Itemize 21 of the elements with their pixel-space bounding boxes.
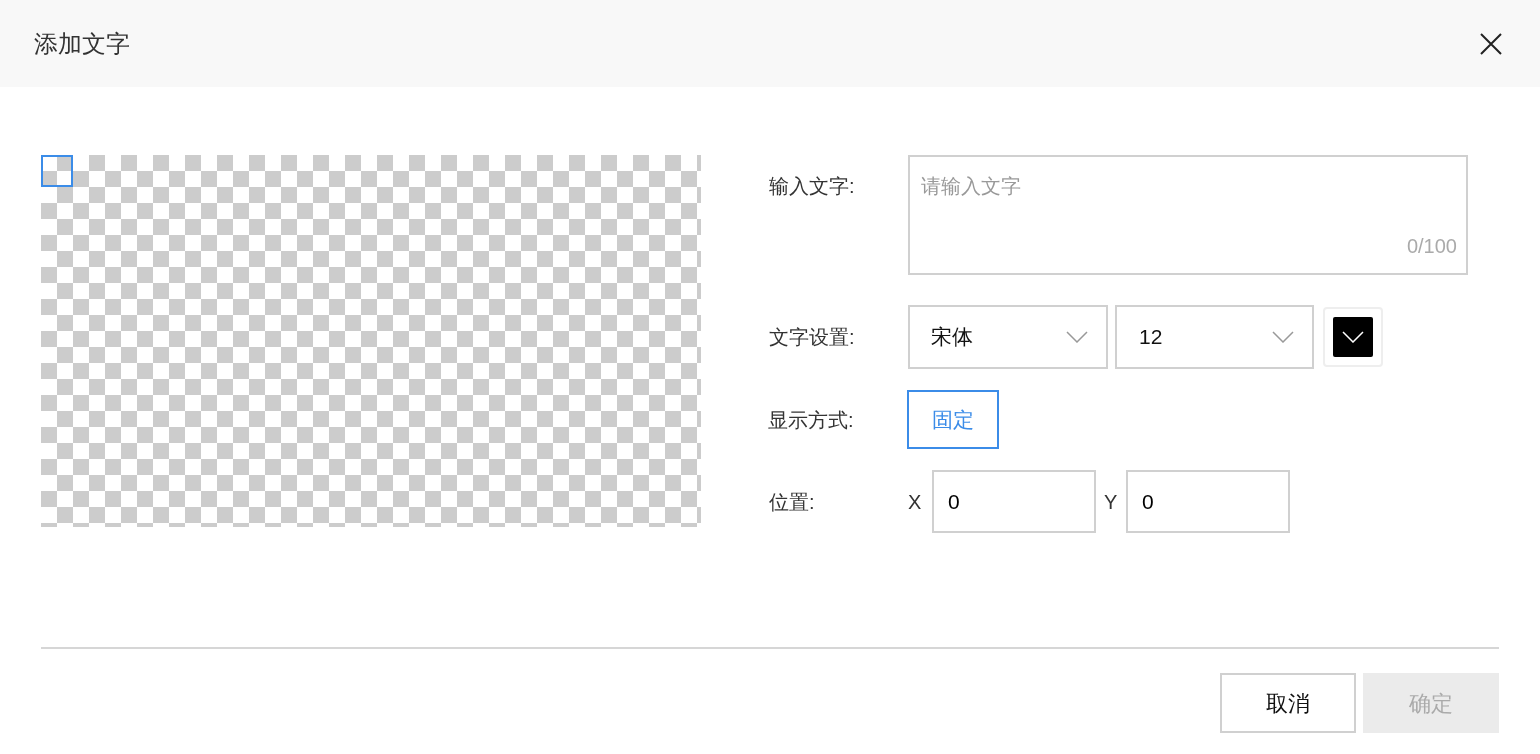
color-picker-button[interactable]	[1323, 307, 1383, 367]
selection-handle[interactable]	[41, 155, 73, 187]
x-label: X	[908, 489, 923, 515]
y-input[interactable]: 0	[1126, 470, 1290, 533]
y-label: Y	[1104, 489, 1119, 515]
text-input[interactable]: 请输入文字	[910, 157, 1466, 237]
x-input[interactable]: 0	[932, 470, 1096, 533]
character-counter: 0/100	[1406, 234, 1457, 259]
dialog-title: 添加文字	[34, 28, 130, 59]
font-size-select[interactable]: 12	[1115, 305, 1314, 369]
field-label: 显示方式:	[768, 407, 855, 433]
field-label: 输入文字:	[769, 174, 856, 199]
close-button[interactable]	[1478, 30, 1504, 57]
font-family-select[interactable]: 宋体	[908, 305, 1108, 369]
chevron-down-icon	[1066, 331, 1088, 343]
chevron-down-icon	[1272, 331, 1294, 343]
field-label: 位置:	[769, 489, 816, 515]
field-label: 文字设置:	[769, 325, 856, 350]
close-icon	[1479, 31, 1503, 56]
dialog-button[interactable]: 取消	[1220, 673, 1356, 733]
chevron-down-icon	[1342, 331, 1364, 343]
